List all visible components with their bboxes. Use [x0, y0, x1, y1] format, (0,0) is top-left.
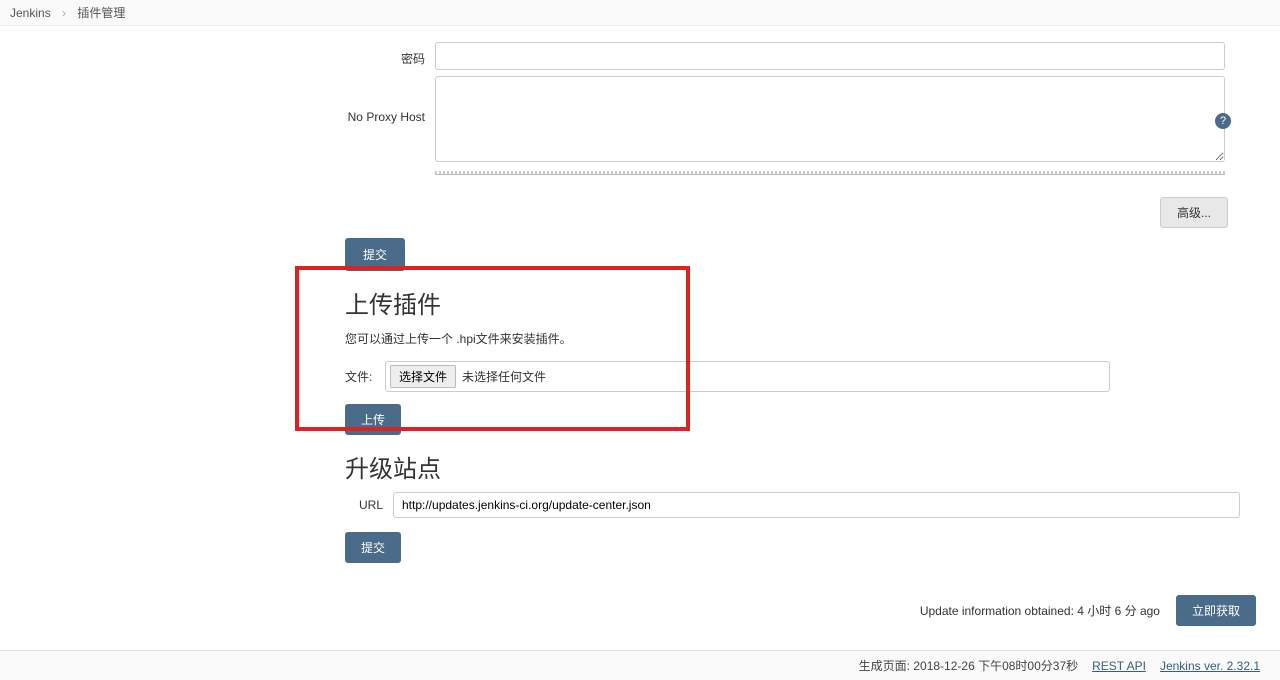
no-proxy-label: No Proxy Host — [345, 76, 435, 124]
update-site-submit-button[interactable]: 提交 — [345, 532, 401, 563]
breadcrumb-current[interactable]: 插件管理 — [77, 6, 125, 20]
footer: 生成页面: 2018-12-26 下午08时00分37秒 REST API Je… — [0, 650, 1280, 680]
file-label: 文件: — [345, 368, 375, 385]
update-site-section: 升级站点 URL 提交 — [345, 449, 1240, 563]
breadcrumb: Jenkins › 插件管理 — [0, 0, 1280, 26]
resize-handle[interactable] — [435, 171, 1225, 175]
advanced-button[interactable]: 高级... — [1160, 197, 1228, 228]
password-label: 密码 — [345, 46, 435, 67]
update-info-text: Update information obtained: 4 小时 6 分 ag… — [920, 602, 1160, 619]
rest-api-link[interactable]: REST API — [1092, 659, 1146, 673]
breadcrumb-sep: › — [62, 6, 66, 20]
breadcrumb-root[interactable]: Jenkins — [10, 6, 51, 20]
choose-file-button[interactable]: 选择文件 — [390, 365, 456, 388]
check-now-button[interactable]: 立即获取 — [1176, 595, 1256, 626]
proxy-submit-button[interactable]: 提交 — [345, 238, 405, 271]
version-link[interactable]: Jenkins ver. 2.32.1 — [1160, 659, 1260, 673]
no-proxy-textarea[interactable] — [435, 76, 1225, 162]
help-icon[interactable]: ? — [1215, 113, 1231, 129]
update-url-input[interactable] — [393, 492, 1240, 518]
password-input[interactable] — [435, 42, 1225, 70]
update-site-heading: 升级站点 — [345, 449, 1240, 484]
page-gen: 生成页面: 2018-12-26 下午08时00分37秒 — [859, 657, 1078, 674]
upload-heading: 上传插件 — [345, 285, 1240, 320]
file-status-text: 未选择任何文件 — [462, 368, 546, 385]
file-input[interactable]: 选择文件 未选择任何文件 — [385, 361, 1110, 392]
upload-button[interactable]: 上传 — [345, 404, 401, 435]
upload-desc: 您可以通过上传一个 .hpi文件来安装插件。 — [345, 330, 1240, 347]
url-label: URL — [345, 498, 383, 512]
upload-section: 上传插件 您可以通过上传一个 .hpi文件来安装插件。 文件: 选择文件 未选择… — [345, 285, 1240, 435]
